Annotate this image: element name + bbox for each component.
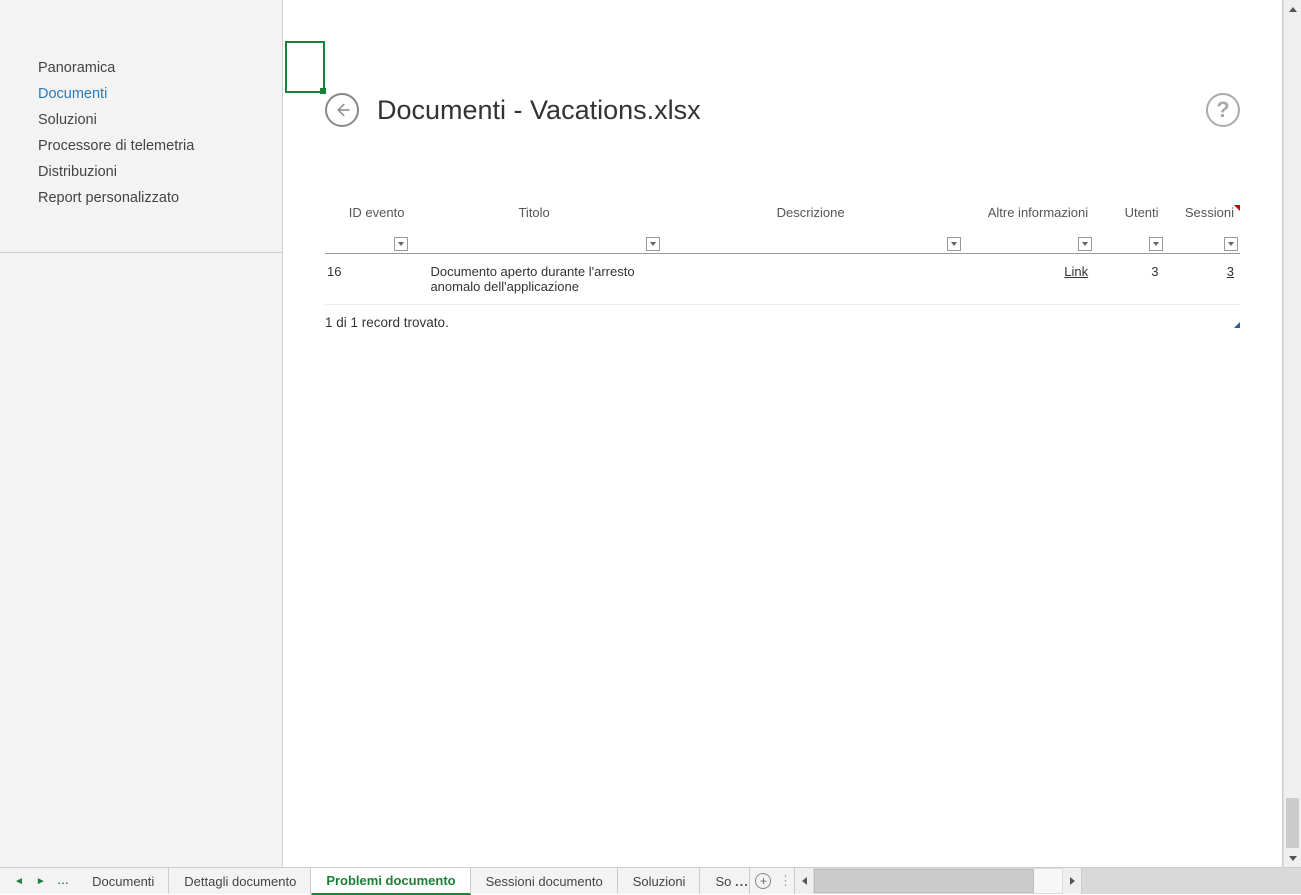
tab-nav-prev[interactable]: ◄	[14, 876, 24, 887]
ellipsis-icon: ...	[735, 874, 749, 889]
sheet-tab-dettagli-documento[interactable]: Dettagli documento	[169, 868, 311, 894]
col-title: Titolo	[410, 205, 661, 253]
help-button[interactable]: ?	[1206, 93, 1240, 127]
filter-button[interactable]	[646, 237, 660, 251]
sheet-tab-problemi-documento[interactable]: Problemi documento	[311, 868, 470, 895]
data-table: ID evento Titolo Descrizione Altre	[325, 205, 1240, 305]
cell-description	[662, 253, 964, 304]
hscroll-thumb[interactable]	[814, 869, 1034, 893]
col-label: Sessioni	[1185, 205, 1234, 220]
filter-button[interactable]	[947, 237, 961, 251]
col-sessions: Sessioni	[1165, 205, 1240, 253]
record-count: 1 di 1 record trovato.	[325, 315, 449, 330]
col-label: Altre informazioni	[988, 205, 1088, 220]
sidebar-item-documenti[interactable]: Documenti	[0, 81, 282, 107]
col-more-info: Altre informazioni	[963, 205, 1094, 253]
more-info-link[interactable]: Link	[1064, 264, 1088, 279]
arrow-left-icon	[333, 101, 351, 119]
col-label: Utenti	[1125, 205, 1159, 220]
filter-button[interactable]	[1149, 237, 1163, 251]
table-row[interactable]: 16 Documento aperto durante l'arresto an…	[325, 253, 1240, 304]
filter-button[interactable]	[1078, 237, 1092, 251]
page-title: Documenti - Vacations.xlsx	[377, 95, 701, 126]
scroll-up-button[interactable]	[1284, 0, 1301, 18]
col-label: Descrizione	[664, 205, 958, 220]
active-cell-indicator[interactable]	[285, 41, 325, 93]
tab-nav-more[interactable]: ...	[58, 876, 69, 887]
sheet-tab-truncated[interactable]: So ...	[700, 868, 750, 894]
add-sheet-button[interactable]: +	[750, 868, 776, 894]
sidebar-item-soluzioni[interactable]: Soluzioni	[0, 107, 282, 133]
main-content: Documenti - Vacations.xlsx ? ID evento T…	[283, 0, 1282, 867]
cell-title: Documento aperto durante l'arresto anoma…	[410, 253, 661, 304]
sidebar-item-report-personalizzato[interactable]: Report personalizzato	[0, 185, 282, 211]
sidebar: Panoramica Documenti Soluzioni Processor…	[0, 0, 283, 253]
sheet-tab-documenti[interactable]: Documenti	[77, 868, 169, 894]
plus-icon: +	[755, 873, 771, 889]
sheet-tab-soluzioni[interactable]: Soluzioni	[618, 868, 701, 894]
tab-nav-controls: ◄ ► ...	[0, 868, 77, 894]
cell-users: 3	[1094, 253, 1164, 304]
sessions-link[interactable]: 3	[1227, 264, 1234, 279]
col-label: Titolo	[412, 205, 655, 220]
cell-sessions: 3	[1165, 253, 1240, 304]
question-icon: ?	[1216, 97, 1229, 123]
col-label: ID evento	[349, 205, 405, 220]
sheet-tab-bar: ◄ ► ... Documenti Dettagli documento Pro…	[0, 867, 1301, 894]
vertical-scrollbar[interactable]	[1283, 0, 1301, 867]
back-button[interactable]	[325, 93, 359, 127]
cell-event-id: 16	[325, 253, 410, 304]
cell-more-info: Link	[963, 253, 1094, 304]
col-users: Utenti	[1094, 205, 1164, 253]
horizontal-scrollbar[interactable]	[794, 868, 1301, 894]
sidebar-item-processore-telemetria[interactable]: Processore di telemetria	[0, 133, 282, 159]
col-description: Descrizione	[662, 205, 964, 253]
sidebar-item-panoramica[interactable]: Panoramica	[0, 55, 282, 81]
scroll-down-button[interactable]	[1284, 849, 1301, 867]
table-resize-handle-icon[interactable]	[1234, 322, 1240, 328]
scroll-left-button[interactable]	[795, 868, 813, 894]
comment-indicator-icon	[1234, 205, 1240, 211]
sheet-tab-sessioni-documento[interactable]: Sessioni documento	[471, 868, 618, 894]
col-event-id: ID evento	[325, 205, 410, 253]
tab-separator[interactable]: ⋮	[776, 868, 794, 894]
sidebar-lower	[0, 253, 283, 867]
sidebar-item-distribuzioni[interactable]: Distribuzioni	[0, 159, 282, 185]
tab-label: So	[715, 874, 731, 889]
scroll-thumb[interactable]	[1286, 798, 1299, 848]
scroll-track[interactable]	[1284, 18, 1301, 849]
filter-button[interactable]	[1224, 237, 1238, 251]
hscroll-track[interactable]	[813, 868, 1063, 894]
scroll-right-button[interactable]	[1063, 868, 1081, 894]
hscroll-spacer	[1081, 868, 1301, 894]
tab-nav-next[interactable]: ►	[36, 876, 46, 887]
filter-button[interactable]	[394, 237, 408, 251]
